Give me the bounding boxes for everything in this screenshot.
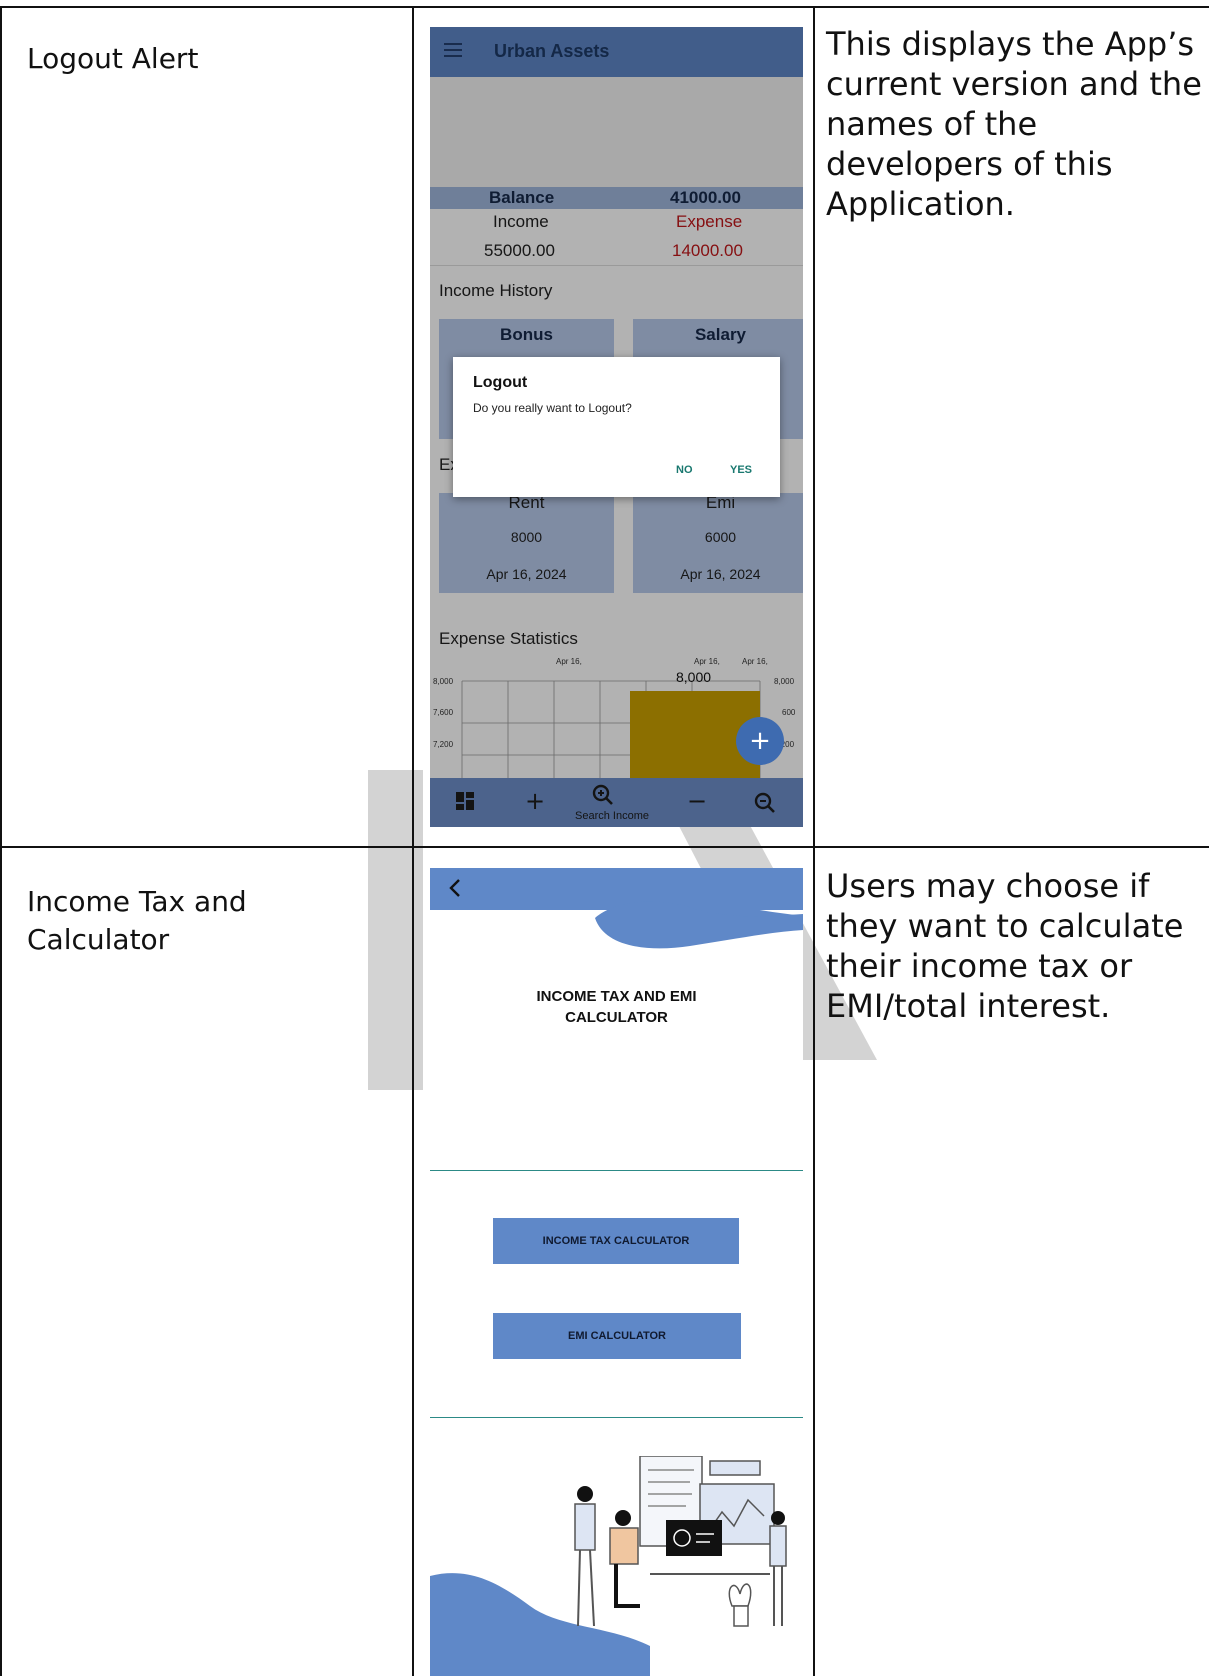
row-description-income-tax: Users may choose if they want to calcula… [826,867,1184,1025]
table-column-divider [813,6,815,1676]
table-column-divider [412,6,414,1676]
row-description-logout-alert: This displays the App’s current version … [826,25,1202,223]
table-border-left [0,6,2,1676]
table-border-top [0,6,1209,8]
table: Logout Alert This displays the App’s cur… [0,0,1209,1676]
row-label-logout-alert: Logout Alert [27,42,199,75]
table-row-divider [0,846,1209,848]
row-label-income-tax: Income Tax and Calculator [27,885,247,956]
